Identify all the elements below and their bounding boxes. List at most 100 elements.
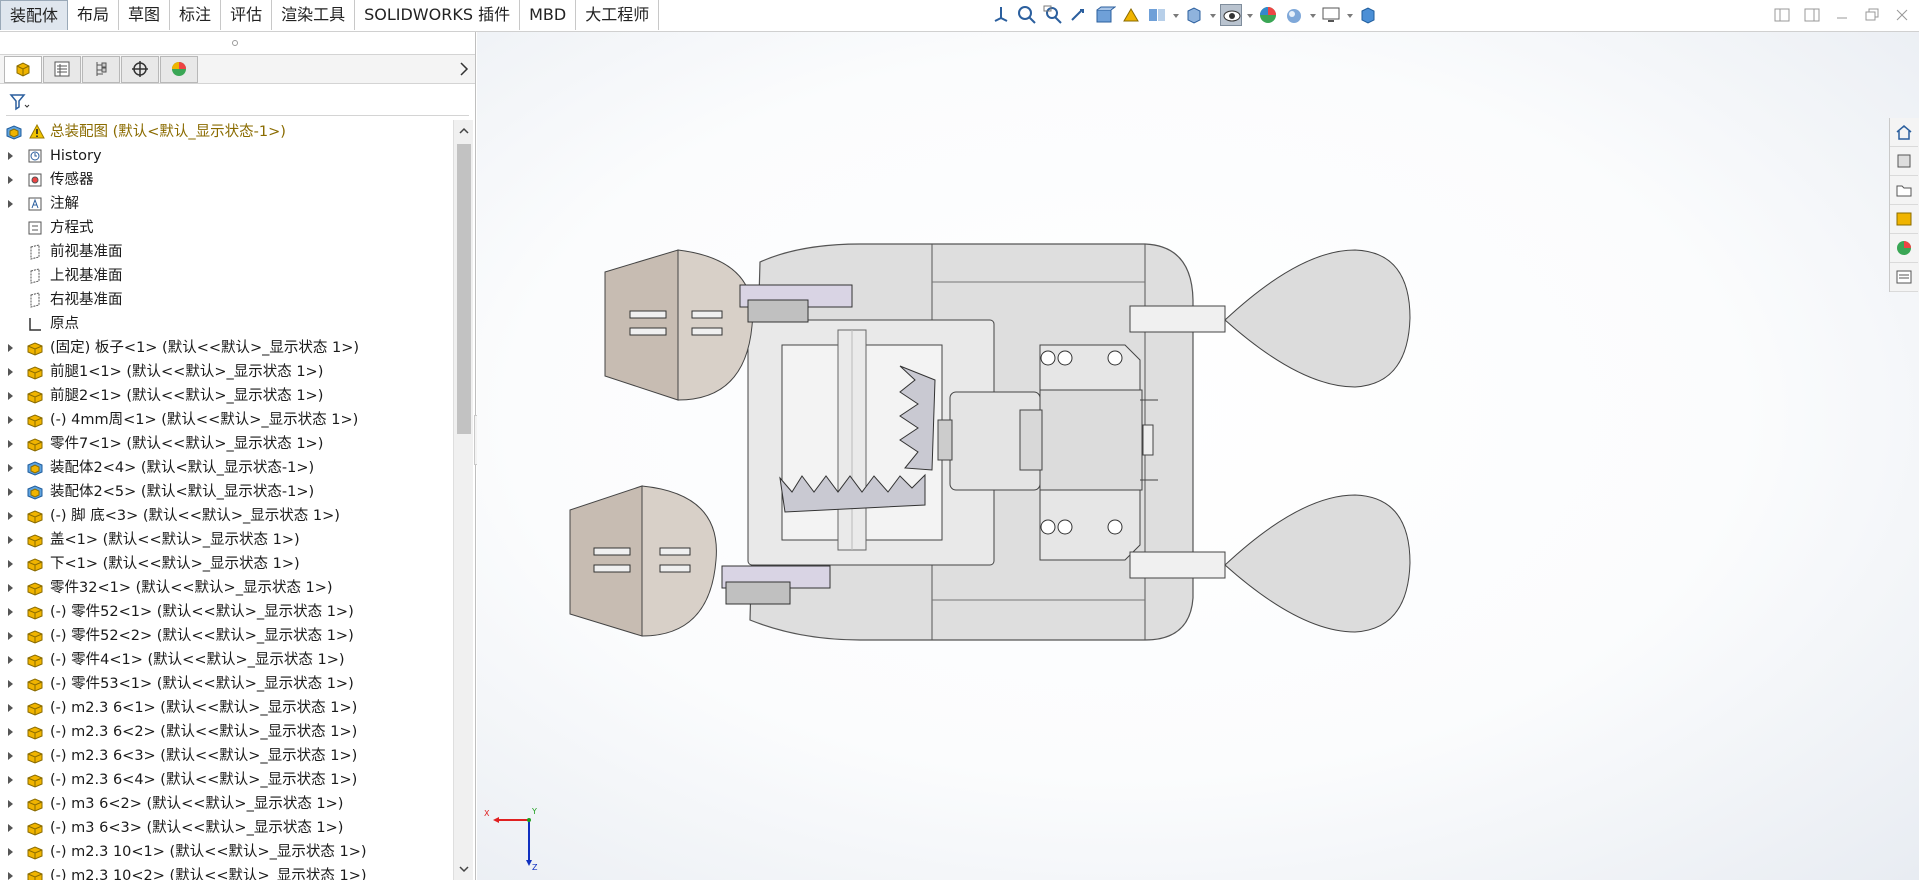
hide-show-items-icon[interactable]: [1220, 4, 1242, 26]
chevron-down-icon[interactable]: [1309, 4, 1316, 26]
tree-item[interactable]: (-) m2.3 10<2> (默认<<默认>_显示状态 1>): [0, 864, 452, 880]
tab-5[interactable]: 渲染工具: [272, 0, 356, 30]
tree-item[interactable]: (-) 零件52<1> (默认<<默认>_显示状态 1>): [0, 600, 452, 624]
tab-appearances[interactable]: [1890, 234, 1918, 263]
tab-3[interactable]: 标注: [170, 0, 222, 30]
tree-item[interactable]: 零件7<1> (默认<<默认>_显示状态 1>): [0, 432, 452, 456]
tree-filter[interactable]: [6, 88, 469, 116]
expand-arrow-icon[interactable]: [8, 656, 13, 664]
tab-configurationmanager[interactable]: [82, 56, 120, 83]
tree-item[interactable]: (-) m3 6<2> (默认<<默认>_显示状态 1>): [0, 792, 452, 816]
tree-item[interactable]: 前视基准面: [0, 240, 452, 264]
tab-7[interactable]: MBD: [520, 0, 577, 30]
expand-arrow-icon[interactable]: [8, 704, 13, 712]
view-orientation-icon[interactable]: [990, 4, 1012, 26]
tab-propertymanager[interactable]: [43, 56, 81, 83]
tab-1[interactable]: 布局: [68, 0, 120, 30]
tree-item[interactable]: 零件32<1> (默认<<默认>_显示状态 1>): [0, 576, 452, 600]
chevron-down-icon[interactable]: [1246, 4, 1253, 26]
expand-arrow-icon[interactable]: [8, 200, 13, 208]
tree-item[interactable]: 上视基准面: [0, 264, 452, 288]
view-setting-icon[interactable]: [1146, 4, 1168, 26]
tree-item[interactable]: 装配体2<5> (默认<默认_显示状态-1>): [0, 480, 452, 504]
expand-arrow-icon[interactable]: [8, 632, 13, 640]
scroll-down-icon[interactable]: [459, 864, 469, 874]
dynamic-annotation-icon[interactable]: [1120, 4, 1142, 26]
section-view-icon[interactable]: [1094, 4, 1117, 26]
expand-arrow-icon[interactable]: [8, 344, 13, 352]
splitter-handle-icon[interactable]: [232, 40, 238, 46]
tab-2[interactable]: 草图: [119, 0, 171, 30]
close-icon[interactable]: [1893, 6, 1911, 24]
display-style-icon[interactable]: [1183, 4, 1205, 26]
tree-item[interactable]: (-) 4mm周<1> (默认<<默认>_显示状态 1>): [0, 408, 452, 432]
chevron-down-icon[interactable]: [1172, 4, 1179, 26]
tree-item[interactable]: (-) m2.3 10<1> (默认<<默认>_显示状态 1>): [0, 840, 452, 864]
minimize-icon[interactable]: [1833, 6, 1851, 24]
tree-item[interactable]: (-) 零件53<1> (默认<<默认>_显示状态 1>): [0, 672, 452, 696]
tree-item[interactable]: 盖<1> (默认<<默认>_显示状态 1>): [0, 528, 452, 552]
expand-arrow-icon[interactable]: [8, 872, 13, 880]
expand-arrow-icon[interactable]: [8, 848, 13, 856]
expand-arrow-icon[interactable]: [8, 464, 13, 472]
realview-icon[interactable]: [1357, 4, 1379, 26]
expand-arrow-icon[interactable]: [8, 584, 13, 592]
tree-item[interactable]: (固定) 板子<1> (默认<<默认>_显示状态 1>): [0, 336, 452, 360]
tile-right-icon[interactable]: [1803, 6, 1821, 24]
expand-arrow-icon[interactable]: [8, 416, 13, 424]
tree-item[interactable]: 前腿2<1> (默认<<默认>_显示状态 1>): [0, 384, 452, 408]
scroll-up-icon[interactable]: [459, 126, 469, 136]
tab-custom-properties[interactable]: [1890, 263, 1918, 292]
expand-arrow-icon[interactable]: [8, 368, 13, 376]
panel-splitter[interactable]: [0, 32, 475, 54]
tree-root-assembly[interactable]: 总装配图 (默认<默认_显示状态-1>): [0, 120, 452, 144]
tree-item[interactable]: (-) m2.3 6<4> (默认<<默认>_显示状态 1>): [0, 768, 452, 792]
tab-file-explorer[interactable]: [1890, 176, 1918, 205]
tree-scrollbar[interactable]: [453, 120, 473, 880]
tree-item[interactable]: 原点: [0, 312, 452, 336]
expand-arrow-icon[interactable]: [8, 800, 13, 808]
expand-arrow-icon[interactable]: [8, 176, 13, 184]
expand-arrow-icon[interactable]: [8, 560, 13, 568]
apply-scene-icon[interactable]: [1283, 4, 1305, 26]
zoom-to-fit-icon[interactable]: [1016, 4, 1038, 26]
expand-arrow-icon[interactable]: [8, 512, 13, 520]
zoom-to-area-icon[interactable]: [1042, 4, 1064, 26]
expand-arrow-icon[interactable]: [8, 536, 13, 544]
expand-arrow-icon[interactable]: [8, 152, 13, 160]
tab-featuremanager[interactable]: [4, 56, 42, 83]
tree-item[interactable]: 注解: [0, 192, 452, 216]
expand-arrow-icon[interactable]: [8, 608, 13, 616]
tab-dimxpertmanager[interactable]: [121, 56, 159, 83]
tree-item[interactable]: (-) 零件4<1> (默认<<默认>_显示状态 1>): [0, 648, 452, 672]
expand-arrow-icon[interactable]: [8, 728, 13, 736]
expand-arrow-icon[interactable]: [8, 824, 13, 832]
assembly-model-view[interactable]: [477, 32, 1919, 880]
tile-left-icon[interactable]: [1773, 6, 1791, 24]
scrollbar-thumb[interactable]: [457, 144, 471, 434]
tab-8[interactable]: 大工程师: [576, 0, 660, 30]
tab-view-palette[interactable]: [1890, 205, 1918, 234]
edit-appearance-icon[interactable]: [1257, 4, 1279, 26]
restore-icon[interactable]: [1863, 6, 1881, 24]
expand-arrow-icon[interactable]: [8, 488, 13, 496]
tree-item[interactable]: (-) m2.3 6<1> (默认<<默认>_显示状态 1>): [0, 696, 452, 720]
view-settings-icon[interactable]: [1320, 4, 1342, 26]
previous-view-icon[interactable]: [1068, 4, 1090, 26]
graphics-area[interactable]: X Y Z: [477, 32, 1919, 880]
tree-item[interactable]: (-) 零件52<2> (默认<<默认>_显示状态 1>): [0, 624, 452, 648]
tree-item[interactable]: 下<1> (默认<<默认>_显示状态 1>): [0, 552, 452, 576]
expand-arrow-icon[interactable]: [8, 680, 13, 688]
tree-item[interactable]: (-) 脚 底<3> (默认<<默认>_显示状态 1>): [0, 504, 452, 528]
tree-item[interactable]: 装配体2<4> (默认<默认_显示状态-1>): [0, 456, 452, 480]
tab-solidworks-resources[interactable]: [1890, 118, 1918, 147]
tab-0[interactable]: 装配体: [0, 0, 69, 30]
tree-item[interactable]: (-) m2.3 6<3> (默认<<默认>_显示状态 1>): [0, 744, 452, 768]
tree-item[interactable]: 传感器: [0, 168, 452, 192]
tree-item[interactable]: History: [0, 144, 452, 168]
expand-arrow-icon[interactable]: [8, 392, 13, 400]
chevron-down-icon[interactable]: [1209, 4, 1216, 26]
tab-displaymanager[interactable]: [160, 56, 198, 83]
expand-arrow-icon[interactable]: [8, 440, 13, 448]
expand-arrow-icon[interactable]: [8, 776, 13, 784]
